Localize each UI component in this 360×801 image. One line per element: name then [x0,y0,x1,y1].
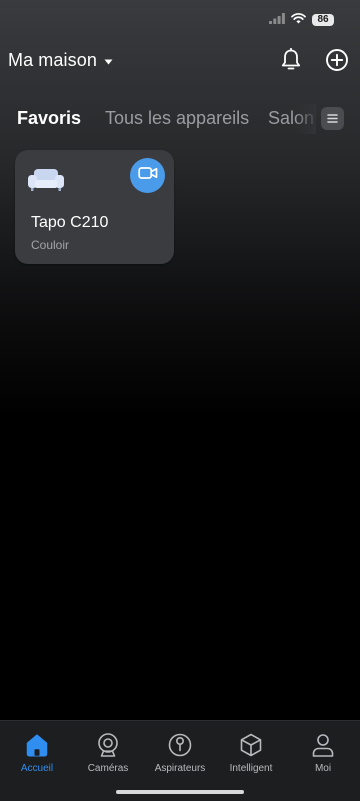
menu-icon [327,110,338,128]
sofa-icon [27,164,65,194]
wifi-icon [291,11,306,29]
add-device-button[interactable] [323,48,351,76]
status-icons: 86 [269,11,334,29]
live-view-button[interactable] [130,158,165,193]
nav-label: Aspirateurs [154,763,206,774]
nav-intelligent[interactable]: Intelligent [215,731,287,781]
tab-favoris[interactable]: Favoris [17,108,81,129]
nav-label: Intelligent [229,763,273,774]
cube-icon [237,731,265,759]
nav-label: Caméras [87,763,129,774]
tabs-menu-button[interactable] [321,107,344,130]
header: Ma maison [0,46,360,78]
bottom-navigation: Accueil Caméras Aspirateurs Intelligent … [0,720,360,801]
device-card[interactable]: Tapo C210 Couloir [15,150,174,264]
nav-cameras[interactable]: Caméras [72,731,144,781]
home-indicator[interactable] [116,790,244,794]
home-title: Ma maison [8,50,97,70]
tab-tous-les-appareils[interactable]: Tous les appareils [105,108,249,129]
camera-icon [94,731,122,759]
tabs-fade-overlay [294,104,316,134]
plus-circle-icon [325,48,349,77]
person-icon [309,731,337,759]
home-selector[interactable]: Ma maison [8,50,113,71]
robot-vacuum-icon [166,731,194,759]
status-bar: 86 [0,0,360,36]
nav-label: Moi [314,763,332,774]
nav-moi[interactable]: Moi [287,731,359,781]
video-camera-icon [137,166,158,185]
nav-aspirateurs[interactable]: Aspirateurs [144,731,216,781]
home-icon [23,731,51,759]
room-tabs: Favoris Tous les appareils Salon [0,104,360,134]
tabs-scroll-area: Favoris Tous les appareils Salon [0,104,316,134]
cellular-signal-icon [269,11,285,29]
bell-icon [280,47,302,77]
battery-indicator: 86 [312,14,334,26]
caret-down-icon [104,52,113,70]
nav-label: Accueil [20,763,54,774]
device-room: Couloir [31,238,70,252]
device-name: Tapo C210 [31,214,109,231]
nav-accueil[interactable]: Accueil [1,731,73,781]
notifications-button[interactable] [277,47,305,77]
